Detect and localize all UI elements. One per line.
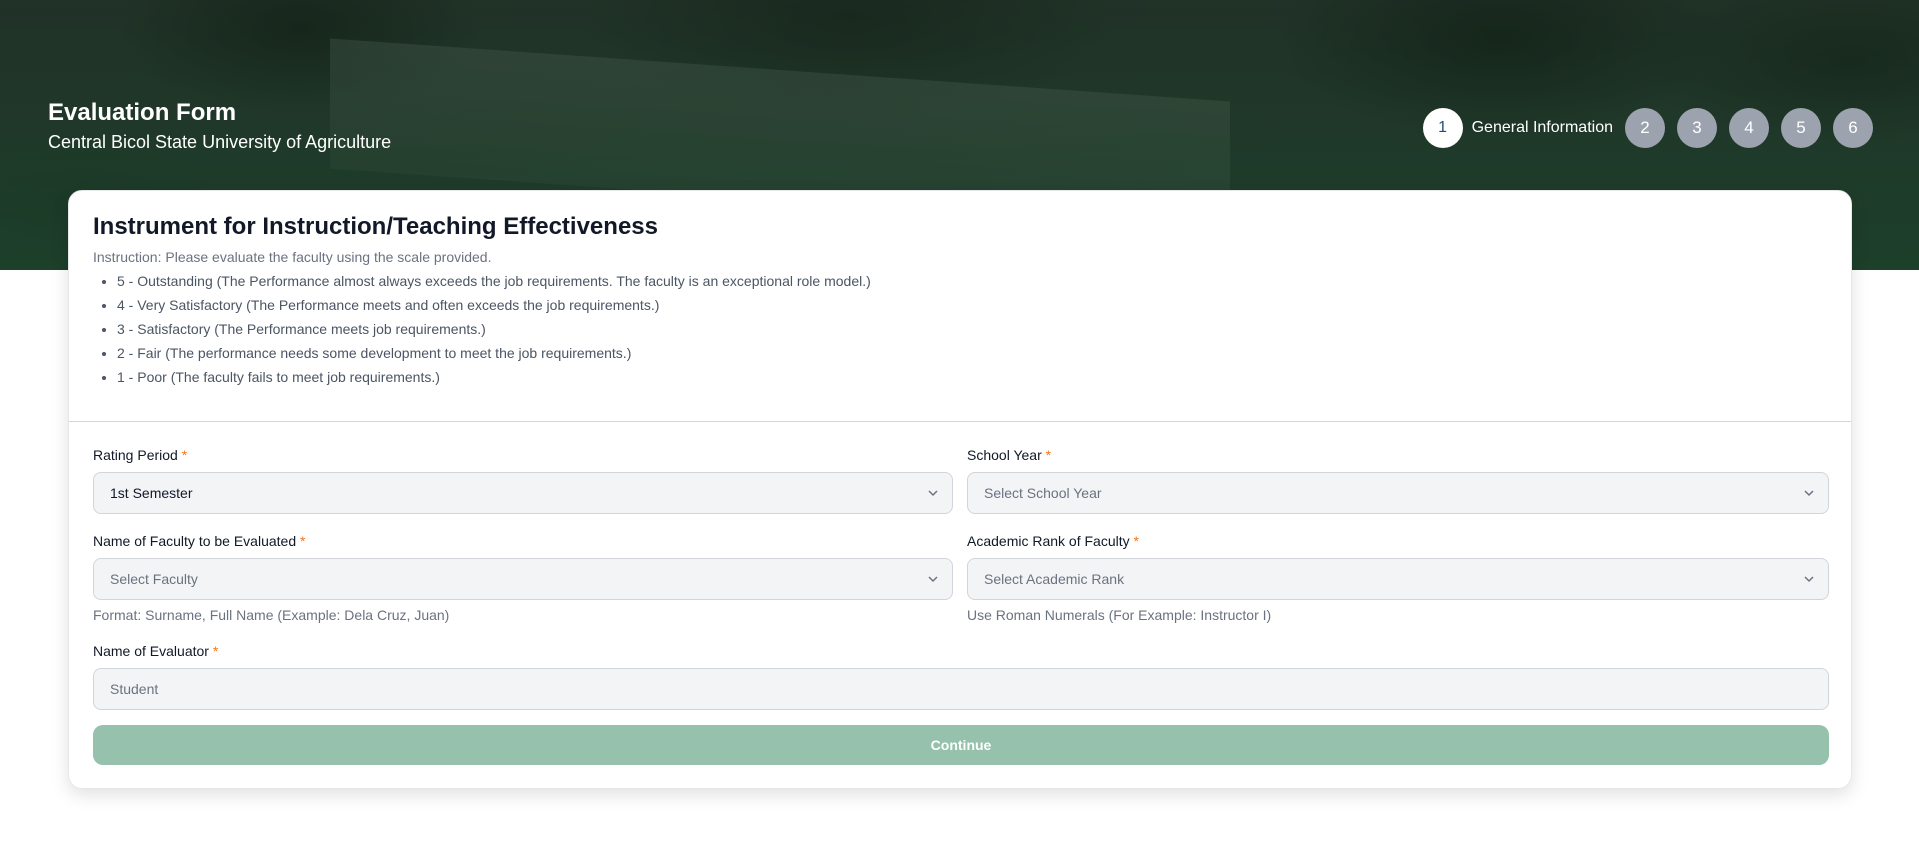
continue-button[interactable]: Continue: [93, 725, 1829, 765]
academic-rank-placeholder: Select Academic Rank: [984, 571, 1125, 587]
step-3[interactable]: 3: [1677, 108, 1717, 148]
chevron-down-icon: [928, 490, 938, 497]
scale-item-4: 4 - Very Satisfactory (The Performance m…: [117, 293, 1827, 317]
chevron-down-icon: [1804, 576, 1814, 583]
step-1-label: General Information: [1471, 119, 1613, 136]
school-year-placeholder: Select School Year: [984, 485, 1102, 501]
rating-scale-list: 5 - Outstanding (The Performance almost …: [93, 269, 1827, 389]
required-mark: *: [181, 447, 188, 463]
card-header: Instrument for Instruction/Teaching Effe…: [69, 191, 1851, 422]
evaluation-card: Instrument for Instruction/Teaching Effe…: [68, 190, 1852, 789]
faculty-select[interactable]: Select Faculty: [93, 558, 953, 600]
required-mark: *: [300, 533, 306, 549]
instruction-text: Instruction: Please evaluate the faculty…: [93, 249, 492, 265]
scale-item-5: 5 - Outstanding (The Performance almost …: [117, 269, 1827, 293]
faculty-name-label: Name of Faculty to be Evaluated *: [93, 533, 306, 549]
chevron-down-icon: [928, 576, 938, 583]
required-mark: *: [1133, 533, 1139, 549]
card-title: Instrument for Instruction/Teaching Effe…: [93, 213, 658, 240]
required-mark: *: [212, 643, 219, 659]
academic-rank-select[interactable]: Select Academic Rank: [967, 558, 1829, 600]
step-1[interactable]: 1: [1422, 108, 1463, 148]
faculty-help-text: Format: Surname, Full Name (Example: Del…: [93, 607, 450, 623]
step-2[interactable]: 2: [1625, 108, 1665, 148]
school-year-select[interactable]: Select School Year: [967, 472, 1829, 514]
scale-item-2: 2 - Fair (The performance needs some dev…: [117, 341, 1827, 365]
academic-rank-label: Academic Rank of Faculty *: [967, 533, 1139, 549]
chevron-down-icon: [1804, 490, 1814, 497]
evaluator-placeholder: Student: [110, 681, 159, 697]
page-subtitle: Central Bicol State University of Agricu…: [48, 132, 392, 152]
rating-period-value: 1st Semester: [110, 485, 193, 501]
faculty-placeholder: Select Faculty: [110, 571, 198, 587]
step-4[interactable]: 4: [1729, 108, 1769, 148]
evaluator-input[interactable]: Student: [93, 668, 1829, 710]
evaluator-label: Name of Evaluator *: [93, 643, 219, 659]
scale-item-3: 3 - Satisfactory (The Performance meets …: [117, 317, 1827, 341]
progress-stepper: 1 General Information 2 3 4 5 6: [1422, 108, 1873, 148]
scale-item-1: 1 - Poor (The faculty fails to meet job …: [117, 365, 1827, 389]
academic-rank-help-text: Use Roman Numerals (For Example: Instruc…: [967, 607, 1272, 623]
rating-period-select[interactable]: 1st Semester: [93, 472, 953, 514]
step-5[interactable]: 5: [1781, 108, 1821, 148]
required-mark: *: [1045, 447, 1052, 463]
rating-period-label: Rating Period *: [93, 447, 188, 463]
step-6[interactable]: 6: [1833, 108, 1873, 148]
school-year-label: School Year *: [967, 447, 1052, 463]
page-title: Evaluation Form: [48, 99, 237, 126]
